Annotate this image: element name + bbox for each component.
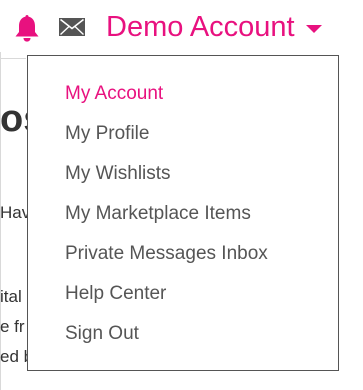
menu-item-label[interactable]: My Account <box>65 83 163 104</box>
background-text-fragment: ital <box>0 287 22 306</box>
menu-item-label[interactable]: Sign Out <box>65 323 139 344</box>
background-text-fragment: ed b <box>0 347 27 366</box>
menu-item-my-profile[interactable]: My Profile <box>65 114 268 154</box>
account-menu-list: My Account My Profile My Wishlists My Ma… <box>65 74 268 354</box>
menu-item-sign-out[interactable]: Sign Out <box>65 314 268 354</box>
menu-item-label[interactable]: My Profile <box>65 123 149 144</box>
account-name: Demo Account <box>106 11 295 43</box>
menu-item-my-marketplace-items[interactable]: My Marketplace Items <box>65 194 268 234</box>
header-divider <box>0 58 26 59</box>
page: os Hav ital e fr ed b Demo Account My A <box>0 0 363 390</box>
account-dropdown-menu: My Account My Profile My Wishlists My Ma… <box>27 55 339 371</box>
menu-item-my-wishlists[interactable]: My Wishlists <box>65 154 268 194</box>
header-bar: Demo Account <box>0 0 363 52</box>
envelope-icon[interactable] <box>59 18 85 36</box>
account-menu-toggle[interactable]: Demo Account <box>106 9 322 45</box>
background-heading-fragment: os <box>0 98 27 140</box>
caret-down-icon <box>305 25 322 33</box>
background-text-fragment: e fr <box>0 317 25 336</box>
background-text-fragment: Hav <box>0 203 27 222</box>
menu-item-label[interactable]: My Marketplace Items <box>65 203 251 224</box>
menu-item-my-account[interactable]: My Account <box>65 74 268 114</box>
menu-item-label[interactable]: My Wishlists <box>65 163 171 184</box>
menu-item-label[interactable]: Private Messages Inbox <box>65 243 268 264</box>
bell-icon[interactable] <box>14 13 40 43</box>
menu-item-label[interactable]: Help Center <box>65 283 166 304</box>
menu-item-help-center[interactable]: Help Center <box>65 274 268 314</box>
menu-item-private-messages-inbox[interactable]: Private Messages Inbox <box>65 234 268 274</box>
